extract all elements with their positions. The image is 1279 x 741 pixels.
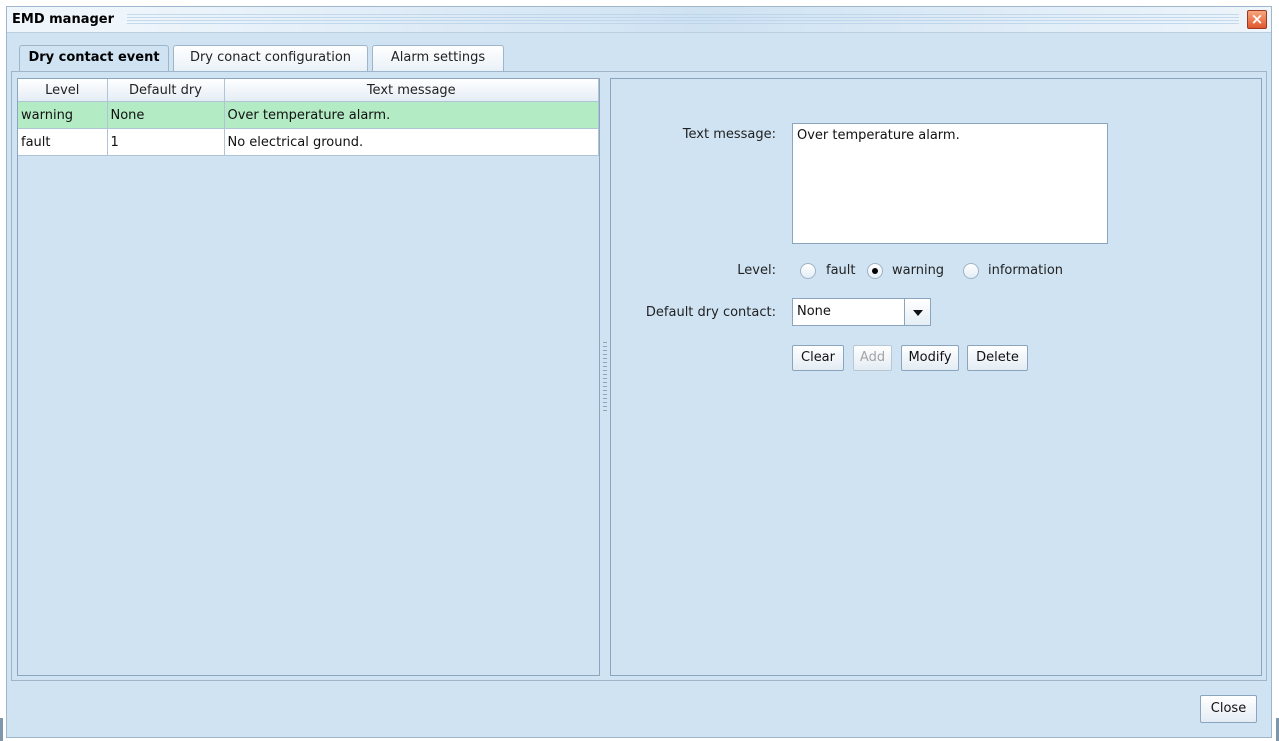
tab-dry-contact-event[interactable]: Dry contact event bbox=[19, 45, 169, 73]
cell-default-dry[interactable]: None bbox=[106, 101, 225, 129]
event-edit-panel: Text message: Over temperature alarm. Le… bbox=[610, 78, 1262, 676]
column-header-default-dry[interactable]: Default dry bbox=[106, 79, 225, 102]
delete-button[interactable]: Delete bbox=[967, 345, 1028, 371]
tab-alarm-settings[interactable]: Alarm settings bbox=[372, 45, 504, 71]
dropdown-button[interactable] bbox=[904, 299, 930, 325]
table-row[interactable]: warning None Over temperature alarm. bbox=[18, 101, 599, 129]
close-x-icon[interactable]: × bbox=[1247, 10, 1267, 29]
cell-default-dry[interactable]: 1 bbox=[106, 128, 225, 156]
chevron-down-icon bbox=[913, 310, 923, 316]
title-bar-stripes bbox=[127, 14, 1239, 25]
level-label: Level: bbox=[737, 263, 776, 278]
clear-button[interactable]: Clear bbox=[792, 345, 844, 371]
cell-level[interactable]: warning bbox=[18, 101, 108, 129]
column-header-level[interactable]: Level bbox=[18, 79, 108, 102]
radio-fault[interactable] bbox=[800, 263, 816, 279]
default-dry-contact-select[interactable]: None bbox=[792, 298, 931, 326]
emd-manager-window: EMD manager × Dry contact event Dry cona… bbox=[6, 6, 1272, 738]
tab-dry-conact-configuration[interactable]: Dry conact configuration bbox=[173, 45, 368, 71]
radio-label-warning[interactable]: warning bbox=[892, 263, 944, 278]
table-header-row: Level Default dry Text message bbox=[18, 79, 599, 102]
radio-label-fault[interactable]: fault bbox=[826, 263, 856, 278]
window-title: EMD manager bbox=[12, 12, 115, 27]
add-button[interactable]: Add bbox=[853, 345, 892, 371]
column-header-text-message[interactable]: Text message bbox=[223, 79, 599, 102]
text-message-label: Text message: bbox=[682, 127, 776, 142]
window-edge-left bbox=[0, 718, 3, 741]
default-dry-contact-label: Default dry contact: bbox=[645, 305, 776, 320]
modify-button[interactable]: Modify bbox=[901, 345, 959, 371]
radio-label-information[interactable]: information bbox=[988, 263, 1063, 278]
cell-text-message[interactable]: Over temperature alarm. bbox=[223, 101, 599, 129]
event-table-panel: Level Default dry Text message warning N… bbox=[17, 78, 600, 676]
event-table: Level Default dry Text message warning N… bbox=[18, 79, 599, 156]
title-bar[interactable]: EMD manager × bbox=[7, 7, 1271, 33]
table-row[interactable]: fault 1 No electrical ground. bbox=[18, 128, 599, 156]
radio-information[interactable] bbox=[963, 263, 979, 279]
radio-warning[interactable] bbox=[867, 263, 883, 279]
cell-text-message[interactable]: No electrical ground. bbox=[223, 128, 599, 156]
tab-content: Level Default dry Text message warning N… bbox=[11, 71, 1267, 681]
text-message-field[interactable]: Over temperature alarm. bbox=[792, 123, 1108, 244]
close-button[interactable]: Close bbox=[1200, 695, 1257, 723]
split-pane-divider[interactable] bbox=[603, 342, 607, 412]
cell-level[interactable]: fault bbox=[18, 128, 108, 156]
default-dry-contact-value: None bbox=[797, 304, 831, 319]
